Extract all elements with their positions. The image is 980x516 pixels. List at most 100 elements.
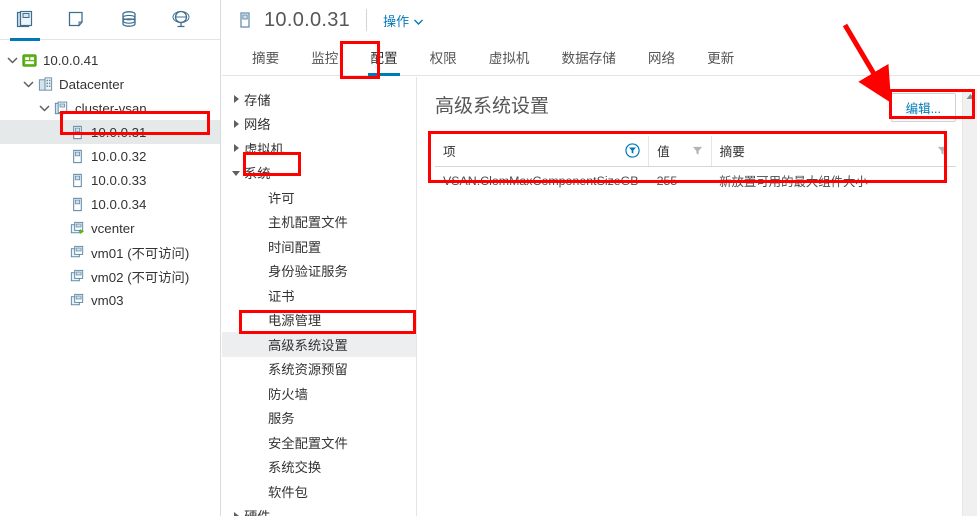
configure-nav-item-11[interactable]: 系统资源预留 [222,357,416,382]
filter-icon[interactable] [937,145,948,156]
cell-value: 255 [656,174,678,188]
configure-nav-item-label: 许可 [268,190,295,206]
actions-menu-label: 操作 [383,13,410,29]
configure-nav-item-12[interactable]: 防火墙 [222,381,416,406]
caret-right-icon[interactable] [228,511,244,516]
pane-header: 高级系统设置 编辑... [417,77,980,122]
object-tab-bar: 摘要 监控 配置 权限 虚拟机 数据存储 网络 更新 [222,40,980,76]
configure-nav-item-8[interactable]: 证书 [222,283,416,308]
cluster-icon [52,99,70,117]
scroll-up-arrow-icon[interactable] [963,89,978,103]
inventory-node-10.0.0.34[interactable]: 10.0.0.34 [0,192,220,216]
table-row[interactable]: VSAN.ClomMaxComponentSizeGB 255 新放置可用的最大组件… [435,167,956,196]
caret-right-icon[interactable] [228,94,244,104]
tab-4[interactable]: 虚拟机 [473,47,546,75]
configure-nav-item-10[interactable]: 高级系统设置 [222,332,416,357]
inventory-node-10.0.0.33[interactable]: 10.0.0.33 [0,168,220,192]
tab-0[interactable]: 摘要 [236,47,295,75]
configure-nav-item-label: 硬件 [244,506,271,516]
caret-down-icon[interactable] [228,169,244,177]
configure-nav-item-label: 时间配置 [268,239,322,255]
edit-button[interactable]: 编辑... [890,93,956,122]
inventory-node-label: Datacenter [59,76,125,92]
tab-7[interactable]: 更新 [691,47,750,75]
networking-icon[interactable] [166,5,196,35]
configure-nav-item-label: 主机配置文件 [268,215,348,231]
tab-5[interactable]: 数据存储 [546,47,632,75]
host-icon [68,123,86,141]
actions-menu-button[interactable]: 操作 [383,11,424,30]
host-icon [68,195,86,213]
tab-2[interactable]: 配置 [354,47,413,76]
vertical-scrollbar[interactable] [962,89,977,516]
cell-item: VSAN.ClomMaxComponentSizeGB [443,174,639,188]
column-header-2[interactable]: 摘要 [711,136,956,167]
configure-nav-item-5[interactable]: 主机配置文件 [222,210,416,235]
chevron-down-icon[interactable] [36,100,52,116]
tab-6[interactable]: 网络 [632,47,691,75]
configure-nav-item-6[interactable]: 时间配置 [222,234,416,259]
main-panel: 10.0.0.31 操作 摘要 监控 配置 权限 虚拟机 数据存储 网络 更新 存储 网络 虚拟机… [222,0,980,516]
advanced-system-settings-pane: 高级系统设置 编辑... 项 值 摘要 VSAN.ClomMaxComponen… [417,77,980,516]
configure-nav-item-1[interactable]: 网络 [222,112,416,137]
table-body: VSAN.ClomMaxComponentSizeGB 255 新放置可用的最大组件… [435,167,956,196]
configure-nav-item-label: 存储 [244,92,271,108]
inventory-node-label: vcenter [91,220,135,236]
tab-3[interactable]: 权限 [414,47,473,75]
configure-nav-item-label: 防火墙 [268,386,308,402]
configure-nav-item-14[interactable]: 安全配置文件 [222,430,416,455]
cell-summary: 新放置可用的最大组件大小 [719,175,868,189]
configure-nav-item-label: 服务 [268,411,295,427]
host-icon [236,11,254,29]
inventory-node-10.0.0.32[interactable]: 10.0.0.32 [0,144,220,168]
chevron-down-icon[interactable] [20,76,36,92]
configure-nav-item-7[interactable]: 身份验证服务 [222,259,416,284]
inventory-node-vm03[interactable]: vm03 [0,288,220,312]
inventory-node-vm01[interactable]: vm01 (不可访问) [0,240,220,264]
configure-nav-item-17[interactable]: 硬件 [222,504,416,516]
inventory-node-10.0.0.41[interactable]: 10.0.0.41 [0,48,220,72]
vm-icon [68,291,86,309]
tab-1[interactable]: 监控 [295,47,354,75]
storage-icon[interactable] [114,5,144,35]
caret-right-icon[interactable] [228,143,244,153]
inventory-node-Datacenter[interactable]: Datacenter [0,72,220,96]
configure-nav-item-4[interactable]: 许可 [222,185,416,210]
settings-table-wrapper: 项 值 摘要 VSAN.ClomMaxComponentSizeGB 255 新放置… [435,136,956,196]
column-header-1[interactable]: 值 [648,136,712,167]
table-header-row: 项 值 摘要 [435,136,956,167]
configure-nav-item-15[interactable]: 系统交换 [222,455,416,480]
inventory-node-label: 10.0.0.31 [91,124,147,140]
vm-running-icon [68,219,86,237]
configure-nav-item-16[interactable]: 软件包 [222,479,416,504]
caret-right-icon[interactable] [228,119,244,129]
hosts-and-clusters-icon[interactable] [10,5,40,41]
inventory-node-10.0.0.31[interactable]: 10.0.0.31 [0,120,220,144]
filter-icon[interactable] [625,143,640,158]
inventory-node-label: vm01 (不可访问) [91,245,190,261]
chevron-down-icon[interactable] [4,52,20,68]
column-header-0[interactable]: 项 [435,136,650,167]
host-icon [68,147,86,165]
inventory-node-vm02[interactable]: vm02 (不可访问) [0,264,220,288]
configure-nav-item-3[interactable]: 系统 [222,161,416,186]
inventory-node-vcenter[interactable]: vcenter [0,216,220,240]
configure-nav-item-13[interactable]: 服务 [222,406,416,431]
configure-nav-item-2[interactable]: 虚拟机 [222,136,416,161]
inventory-node-label: vm02 (不可访问) [91,269,190,285]
filter-icon[interactable] [692,145,703,156]
configure-nav-item-label: 系统资源预留 [268,362,348,378]
column-header-label: 值 [657,145,670,159]
inventory-panel: 10.0.0.41 Datacenter cluster-vsan 10.0.0… [0,0,221,516]
inventory-node-cluster-vsan[interactable]: cluster-vsan [0,96,220,120]
configure-nav-item-label: 证书 [268,288,295,304]
configure-nav-item-0[interactable]: 存储 [222,87,416,112]
datacenter-icon [36,75,54,93]
configure-nav-item-9[interactable]: 电源管理 [222,308,416,333]
object-header: 10.0.0.31 操作 [222,0,980,40]
vms-and-templates-icon[interactable] [62,5,92,35]
